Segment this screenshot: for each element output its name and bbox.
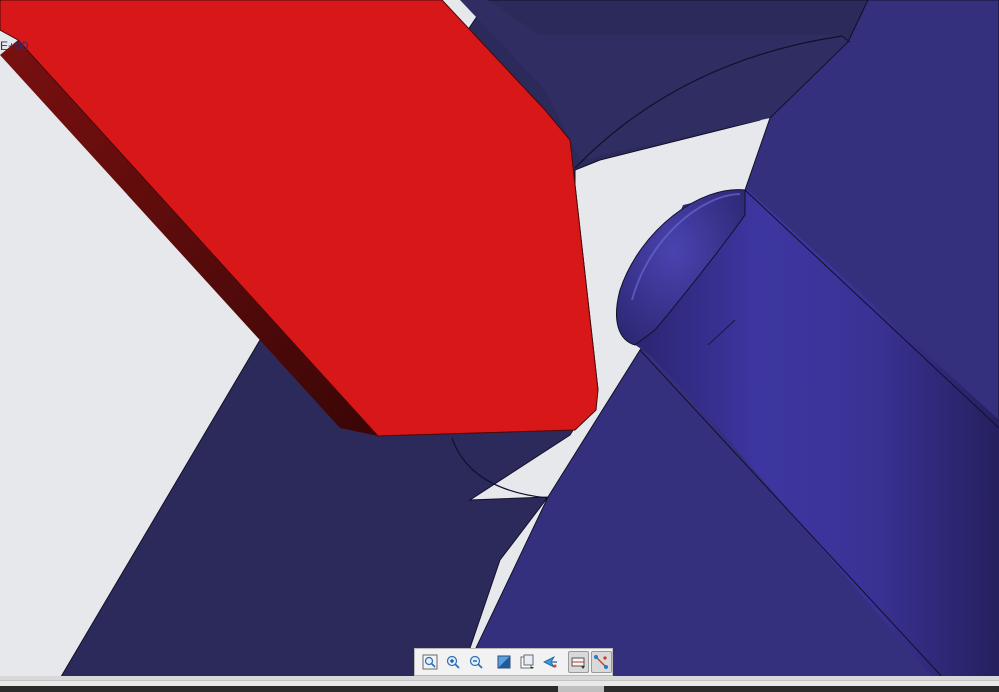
3d-model-scene[interactable] [0,0,999,692]
view-toolbar [414,648,613,676]
datum-display-button[interactable] [567,651,589,673]
status-strip-handle[interactable] [558,686,604,692]
shade-mode-button[interactable] [493,651,514,673]
spin-center-button[interactable] [540,651,561,673]
saved-views-button[interactable] [517,651,538,673]
scale-label: E+00 [0,39,29,53]
shade-mode-icon [497,655,511,669]
datum-display-icon [571,657,586,669]
zoom-in-icon [446,655,460,669]
zoom-fit-button[interactable] [419,651,440,673]
status-strip [0,680,999,692]
saved-views-icon [520,654,535,669]
graphics-viewport[interactable]: E+00 [0,0,999,692]
zoom-out-button[interactable] [465,651,486,673]
spin-center-icon [543,656,558,668]
zoom-out-icon [469,655,483,669]
zoom-fit-icon [422,654,438,670]
axis-display-icon [594,655,609,669]
axis-display-button[interactable] [590,651,612,673]
zoom-in-button[interactable] [442,651,463,673]
status-strip-bar [0,686,999,692]
